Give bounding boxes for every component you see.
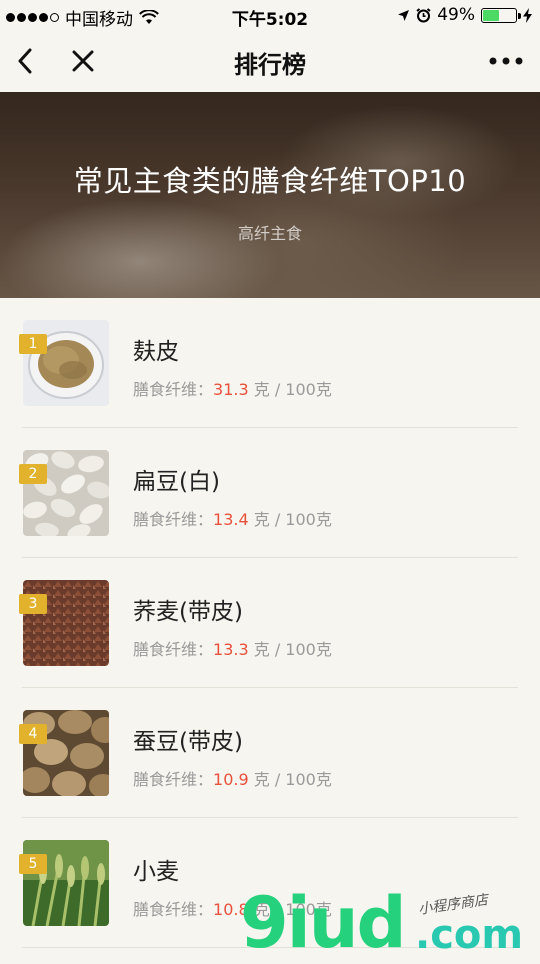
item-detail: 膳食纤维：13.3 克 / 100克 [133, 636, 332, 660]
list-item[interactable]: 5 小麦 膳食纤维：10.8 克 / 100克 [0, 818, 540, 948]
wheat-image [23, 840, 109, 926]
nav-bar: 排行榜 [0, 30, 540, 92]
charging-bolt-icon [523, 7, 532, 23]
divider [22, 947, 518, 948]
more-dots-icon [489, 57, 523, 65]
fiber-value: 31.3 [213, 380, 249, 399]
item-name: 蚕豆(带皮) [133, 729, 243, 755]
fiber-unit: 克 / 100克 [248, 640, 332, 659]
fiber-unit: 克 / 100克 [248, 770, 332, 789]
rank-badge: 1 [19, 334, 47, 354]
location-arrow-icon [398, 9, 410, 21]
list-item[interactable]: 1 麸皮 膳食纤维：31.3 克 / 100克 [0, 298, 540, 428]
item-name: 扁豆(白) [133, 469, 220, 495]
fiber-label: 膳食纤维： [133, 380, 214, 399]
broad-bean-image [23, 710, 109, 796]
banner-title: 常见主食类的膳食纤维TOP10 [73, 164, 467, 198]
more-button[interactable] [486, 44, 526, 78]
status-right: 49% [397, 5, 532, 25]
fiber-unit: 克 / 100克 [248, 380, 332, 399]
fiber-label: 膳食纤维： [133, 510, 214, 529]
battery-icon [481, 7, 521, 23]
list-item[interactable]: 2 扁豆(白) 膳食纤维：13.4 克 / 100克 [0, 428, 540, 558]
item-detail: 膳食纤维：10.8 克 / 100克 [133, 896, 332, 920]
fiber-value: 10.9 [213, 770, 249, 789]
item-detail: 膳食纤维：10.9 克 / 100克 [133, 766, 332, 790]
buckwheat-image [23, 580, 109, 666]
fiber-unit: 克 / 100克 [248, 900, 332, 919]
fiber-value: 13.3 [213, 640, 249, 659]
rank-badge: 4 [19, 724, 47, 744]
item-name: 荞麦(带皮) [133, 599, 243, 625]
item-name: 小麦 [133, 859, 179, 885]
rank-badge: 2 [19, 464, 47, 484]
list-item[interactable]: 4 蚕豆(带皮) 膳食纤维：10.9 克 / 100克 [0, 688, 540, 818]
page-title: 排行榜 [234, 51, 306, 79]
list-item[interactable]: 3 荞麦(带皮) 膳食纤维：13.3 克 / 100克 [0, 558, 540, 688]
bran-image [23, 320, 109, 406]
fiber-label: 膳食纤维： [133, 770, 214, 789]
fiber-value: 13.4 [213, 510, 249, 529]
fiber-unit: 克 / 100克 [248, 510, 332, 529]
header-banner: 常见主食类的膳食纤维TOP10 高纤主食 [0, 92, 540, 298]
battery-percent: 49% [437, 5, 475, 25]
fiber-value: 10.8 [213, 900, 249, 919]
item-detail: 膳食纤维：13.4 克 / 100克 [133, 506, 332, 530]
fiber-label: 膳食纤维： [133, 900, 214, 919]
white-bean-image [23, 450, 109, 536]
fiber-label: 膳食纤维： [133, 640, 214, 659]
alarm-icon [416, 7, 431, 22]
status-bar: 中国移动 下午5:02 49% [0, 0, 540, 30]
ranking-list: 1 麸皮 膳食纤维：31.3 克 / 100克 2 扁豆(白) 膳食纤维：13.… [0, 298, 540, 948]
rank-badge: 3 [19, 594, 47, 614]
item-name: 麸皮 [133, 339, 179, 365]
banner-subtitle: 高纤主食 [237, 224, 302, 243]
rank-badge: 5 [19, 854, 47, 874]
item-detail: 膳食纤维：31.3 克 / 100克 [133, 376, 332, 400]
